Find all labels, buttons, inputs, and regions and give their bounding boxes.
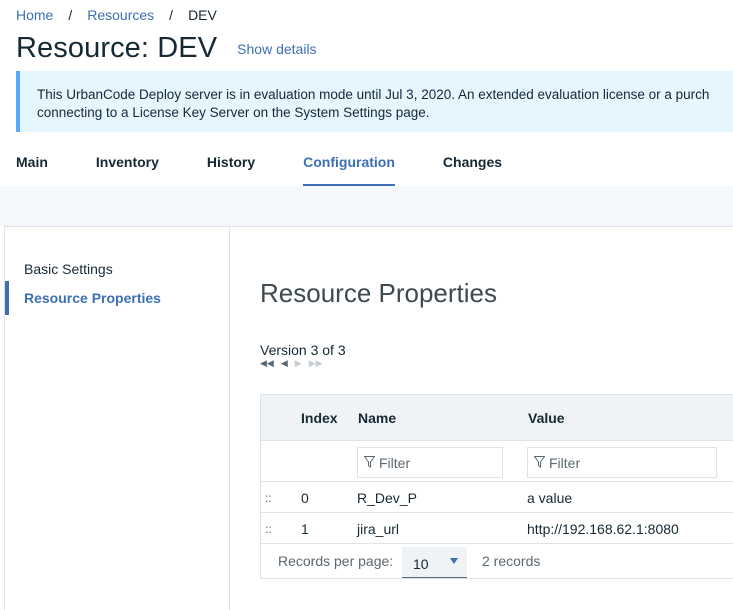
records-per-page-select[interactable]: 10 bbox=[402, 547, 467, 578]
banner-line-2: connecting to a License Key Server on th… bbox=[37, 105, 430, 120]
previous-version-icon[interactable]: ◀ bbox=[281, 358, 288, 369]
breadcrumb-separator: / bbox=[169, 7, 174, 23]
version-label: Version 3 of 3 bbox=[260, 342, 346, 358]
first-version-icon[interactable]: ◀◀ bbox=[260, 358, 274, 369]
cell-index: 0 bbox=[301, 490, 309, 506]
breadcrumb-home-link[interactable]: Home bbox=[16, 7, 53, 23]
tab-inventory[interactable]: Inventory bbox=[96, 140, 159, 186]
value-filter-placeholder: Filter bbox=[549, 455, 581, 471]
records-per-page-value: 10 bbox=[413, 556, 429, 572]
table-header: Index Name Value bbox=[261, 395, 733, 440]
cell-name: R_Dev_P bbox=[357, 490, 417, 506]
column-header-name[interactable]: Name bbox=[358, 410, 396, 426]
settings-sidebar: Basic Settings Resource Properties bbox=[4, 226, 230, 610]
cell-value: a value bbox=[527, 490, 573, 506]
content-divider bbox=[230, 226, 733, 227]
breadcrumb-current: DEV bbox=[188, 7, 217, 23]
filter-icon bbox=[364, 456, 375, 468]
version-pager: ◀◀ ◀ ▶ ▶▶ bbox=[260, 358, 323, 369]
properties-table: Index Name Value Filter Filter :: 0 R_De… bbox=[260, 394, 733, 579]
subheader-bar bbox=[0, 186, 733, 226]
last-version-icon: ▶▶ bbox=[308, 358, 323, 368]
cell-value: http://192.168.62.1:8080 bbox=[527, 521, 679, 537]
tab-configuration[interactable]: Configuration bbox=[303, 140, 395, 186]
cell-index: 1 bbox=[301, 521, 309, 537]
filter-icon bbox=[534, 456, 545, 468]
cell-name: jira_url bbox=[357, 521, 400, 537]
section-title: Resource Properties bbox=[260, 278, 497, 308]
table-row[interactable]: :: 0 R_Dev_P a value bbox=[261, 481, 733, 512]
banner-line-1: This UrbanCode Deploy server is in evalu… bbox=[37, 87, 710, 102]
table-row[interactable]: :: 1 jira_url http://192.168.62.1:8080 bbox=[261, 512, 733, 543]
tab-history[interactable]: History bbox=[207, 140, 255, 186]
banner-message: This UrbanCode Deploy server is in evalu… bbox=[37, 86, 709, 122]
page-title: Resource: DEV bbox=[16, 32, 218, 64]
column-header-index[interactable]: Index bbox=[301, 410, 338, 426]
name-filter-placeholder: Filter bbox=[379, 455, 411, 471]
records-per-page-label: Records per page: bbox=[278, 553, 394, 569]
name-filter-input[interactable]: Filter bbox=[357, 447, 503, 478]
filter-row: Filter Filter bbox=[261, 440, 733, 481]
value-filter-input[interactable]: Filter bbox=[527, 447, 717, 478]
drag-handle-icon[interactable]: :: bbox=[265, 491, 272, 505]
table-footer: Records per page: 10 2 records bbox=[261, 543, 733, 578]
sidebar-item-resource-properties[interactable]: Resource Properties bbox=[5, 281, 229, 315]
show-details-link[interactable]: Show details bbox=[237, 41, 316, 57]
tab-main[interactable]: Main bbox=[16, 140, 48, 186]
evaluation-banner: This UrbanCode Deploy server is in evalu… bbox=[16, 71, 733, 132]
tab-bar: Main Inventory History Configuration Cha… bbox=[0, 140, 733, 186]
next-version-icon: ▶ bbox=[294, 358, 302, 368]
drag-handle-icon[interactable]: :: bbox=[265, 522, 272, 536]
records-count: 2 records bbox=[482, 553, 541, 569]
tab-changes[interactable]: Changes bbox=[443, 140, 502, 186]
chevron-down-icon bbox=[450, 558, 458, 564]
title-row: Resource: DEV Show details bbox=[16, 32, 317, 65]
breadcrumb: Home / Resources / DEV bbox=[16, 7, 217, 23]
breadcrumb-resources-link[interactable]: Resources bbox=[87, 7, 154, 23]
breadcrumb-separator: / bbox=[68, 7, 73, 23]
column-header-value[interactable]: Value bbox=[528, 410, 565, 426]
